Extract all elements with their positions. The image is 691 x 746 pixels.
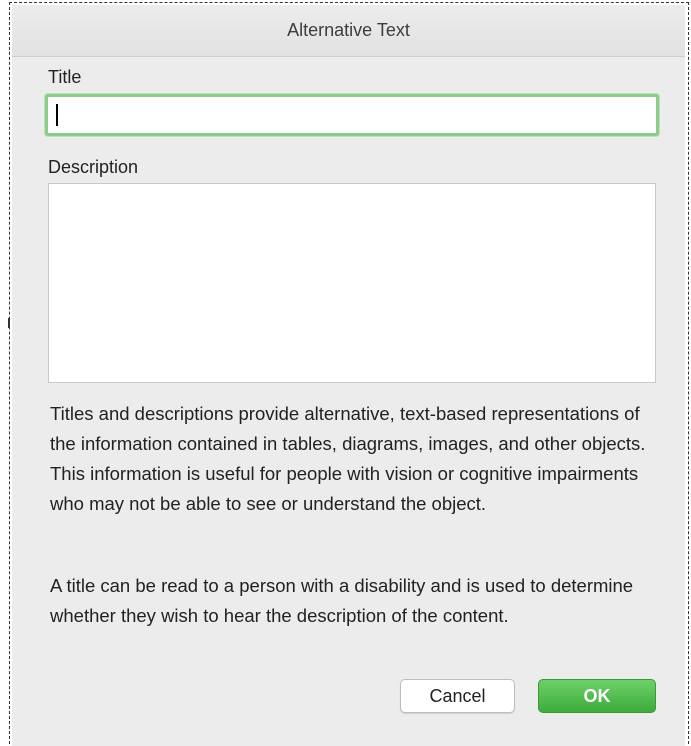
ok-button[interactable]: OK [538, 679, 656, 713]
cancel-button[interactable]: Cancel [400, 679, 515, 713]
dialog-titlebar[interactable]: Alternative Text [12, 5, 685, 57]
dialog-title: Alternative Text [287, 20, 410, 40]
screenshot-page: Alternative Text Title Description Title… [0, 0, 691, 746]
description-label: Description [48, 157, 139, 177]
alternative-text-dialog: Alternative Text Title Description Title… [12, 5, 685, 746]
text-cursor [56, 104, 58, 126]
description-input[interactable] [48, 183, 656, 383]
title-label: Title [48, 67, 82, 87]
title-input[interactable] [45, 94, 659, 136]
help-text-paragraph-1: Titles and descriptions provide alternat… [50, 403, 646, 514]
help-text-paragraph-2: A title can be read to a person with a d… [50, 575, 634, 626]
